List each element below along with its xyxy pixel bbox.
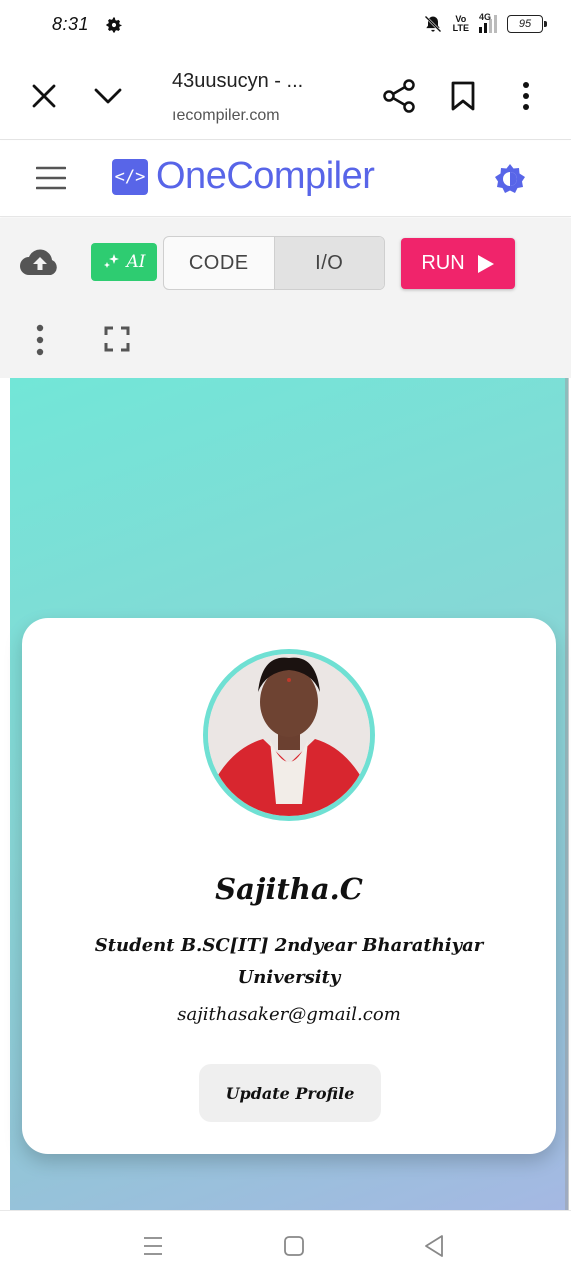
scrollbar[interactable] xyxy=(565,378,569,1210)
back-icon[interactable] xyxy=(422,1233,446,1259)
battery-icon: 95 xyxy=(507,15,547,33)
home-icon[interactable] xyxy=(283,1235,305,1257)
page-title[interactable]: 43uusucyn - ... xyxy=(172,70,303,93)
run-label: RUN xyxy=(421,252,465,274)
tab-io[interactable]: I/O xyxy=(274,237,384,289)
network-indicator: Vo LTE xyxy=(453,15,469,33)
profile-name: Sajitha.C xyxy=(215,872,363,906)
update-profile-button[interactable]: Update Profile xyxy=(199,1064,381,1122)
run-button[interactable]: RUN xyxy=(401,238,515,289)
share-icon[interactable] xyxy=(382,78,416,114)
status-right-group: Vo LTE 4G 95 xyxy=(423,12,547,34)
system-nav-bar xyxy=(0,1210,571,1280)
browser-toolbar: 43uusucyn - ... ıecompiler.com xyxy=(0,52,571,140)
tab-code[interactable]: CODE xyxy=(164,237,275,289)
ai-button[interactable]: AI xyxy=(91,243,157,281)
profile-bio: Student B.SC[IT] 2ndyear Bharathiyar Uni… xyxy=(94,935,484,988)
profile-email: sajithasaker@gmail.com xyxy=(177,1004,401,1025)
battery-level: 95 xyxy=(518,18,532,30)
network-lte: LTE xyxy=(452,23,469,33)
logo-icon[interactable]: </> xyxy=(112,159,148,195)
fullscreen-icon[interactable] xyxy=(104,326,130,352)
hamburger-icon[interactable] xyxy=(36,165,66,191)
recent-apps-icon[interactable] xyxy=(142,1235,164,1257)
avatar-photo xyxy=(208,654,370,816)
status-time: 8:31 xyxy=(52,14,90,34)
signal-label: 4G xyxy=(479,12,492,22)
ai-label: AI xyxy=(126,252,146,272)
close-icon[interactable] xyxy=(30,82,58,110)
theme-toggle-icon[interactable] xyxy=(494,163,526,195)
kebab-icon[interactable] xyxy=(30,322,50,358)
output-preview: Sajitha.C Student B.SC[IT] 2ndyear Bhara… xyxy=(10,378,569,1210)
editor-toolbar: AI CODE I/O RUN xyxy=(0,218,571,378)
app-header: </> OneCompiler xyxy=(0,141,571,217)
bookmark-icon[interactable] xyxy=(450,80,476,112)
gear-icon xyxy=(106,17,122,33)
code-io-toggle: CODE I/O xyxy=(163,236,385,290)
avatar xyxy=(203,649,375,821)
signal-icon: 4G xyxy=(479,12,497,33)
mute-bell-icon xyxy=(424,15,442,33)
sparkle-icon xyxy=(103,254,119,268)
profile-card: Sajitha.C Student B.SC[IT] 2ndyear Bhara… xyxy=(22,618,556,1154)
cloud-upload-icon[interactable] xyxy=(20,248,60,278)
status-bar: 8:31 Vo LTE 4G 95 xyxy=(0,0,571,52)
logo-text[interactable]: OneCompiler xyxy=(156,155,375,198)
play-icon xyxy=(477,254,494,273)
page-url[interactable]: ıecompiler.com xyxy=(172,107,280,125)
chevron-down-icon[interactable] xyxy=(92,82,124,110)
more-vertical-icon[interactable] xyxy=(516,80,536,112)
